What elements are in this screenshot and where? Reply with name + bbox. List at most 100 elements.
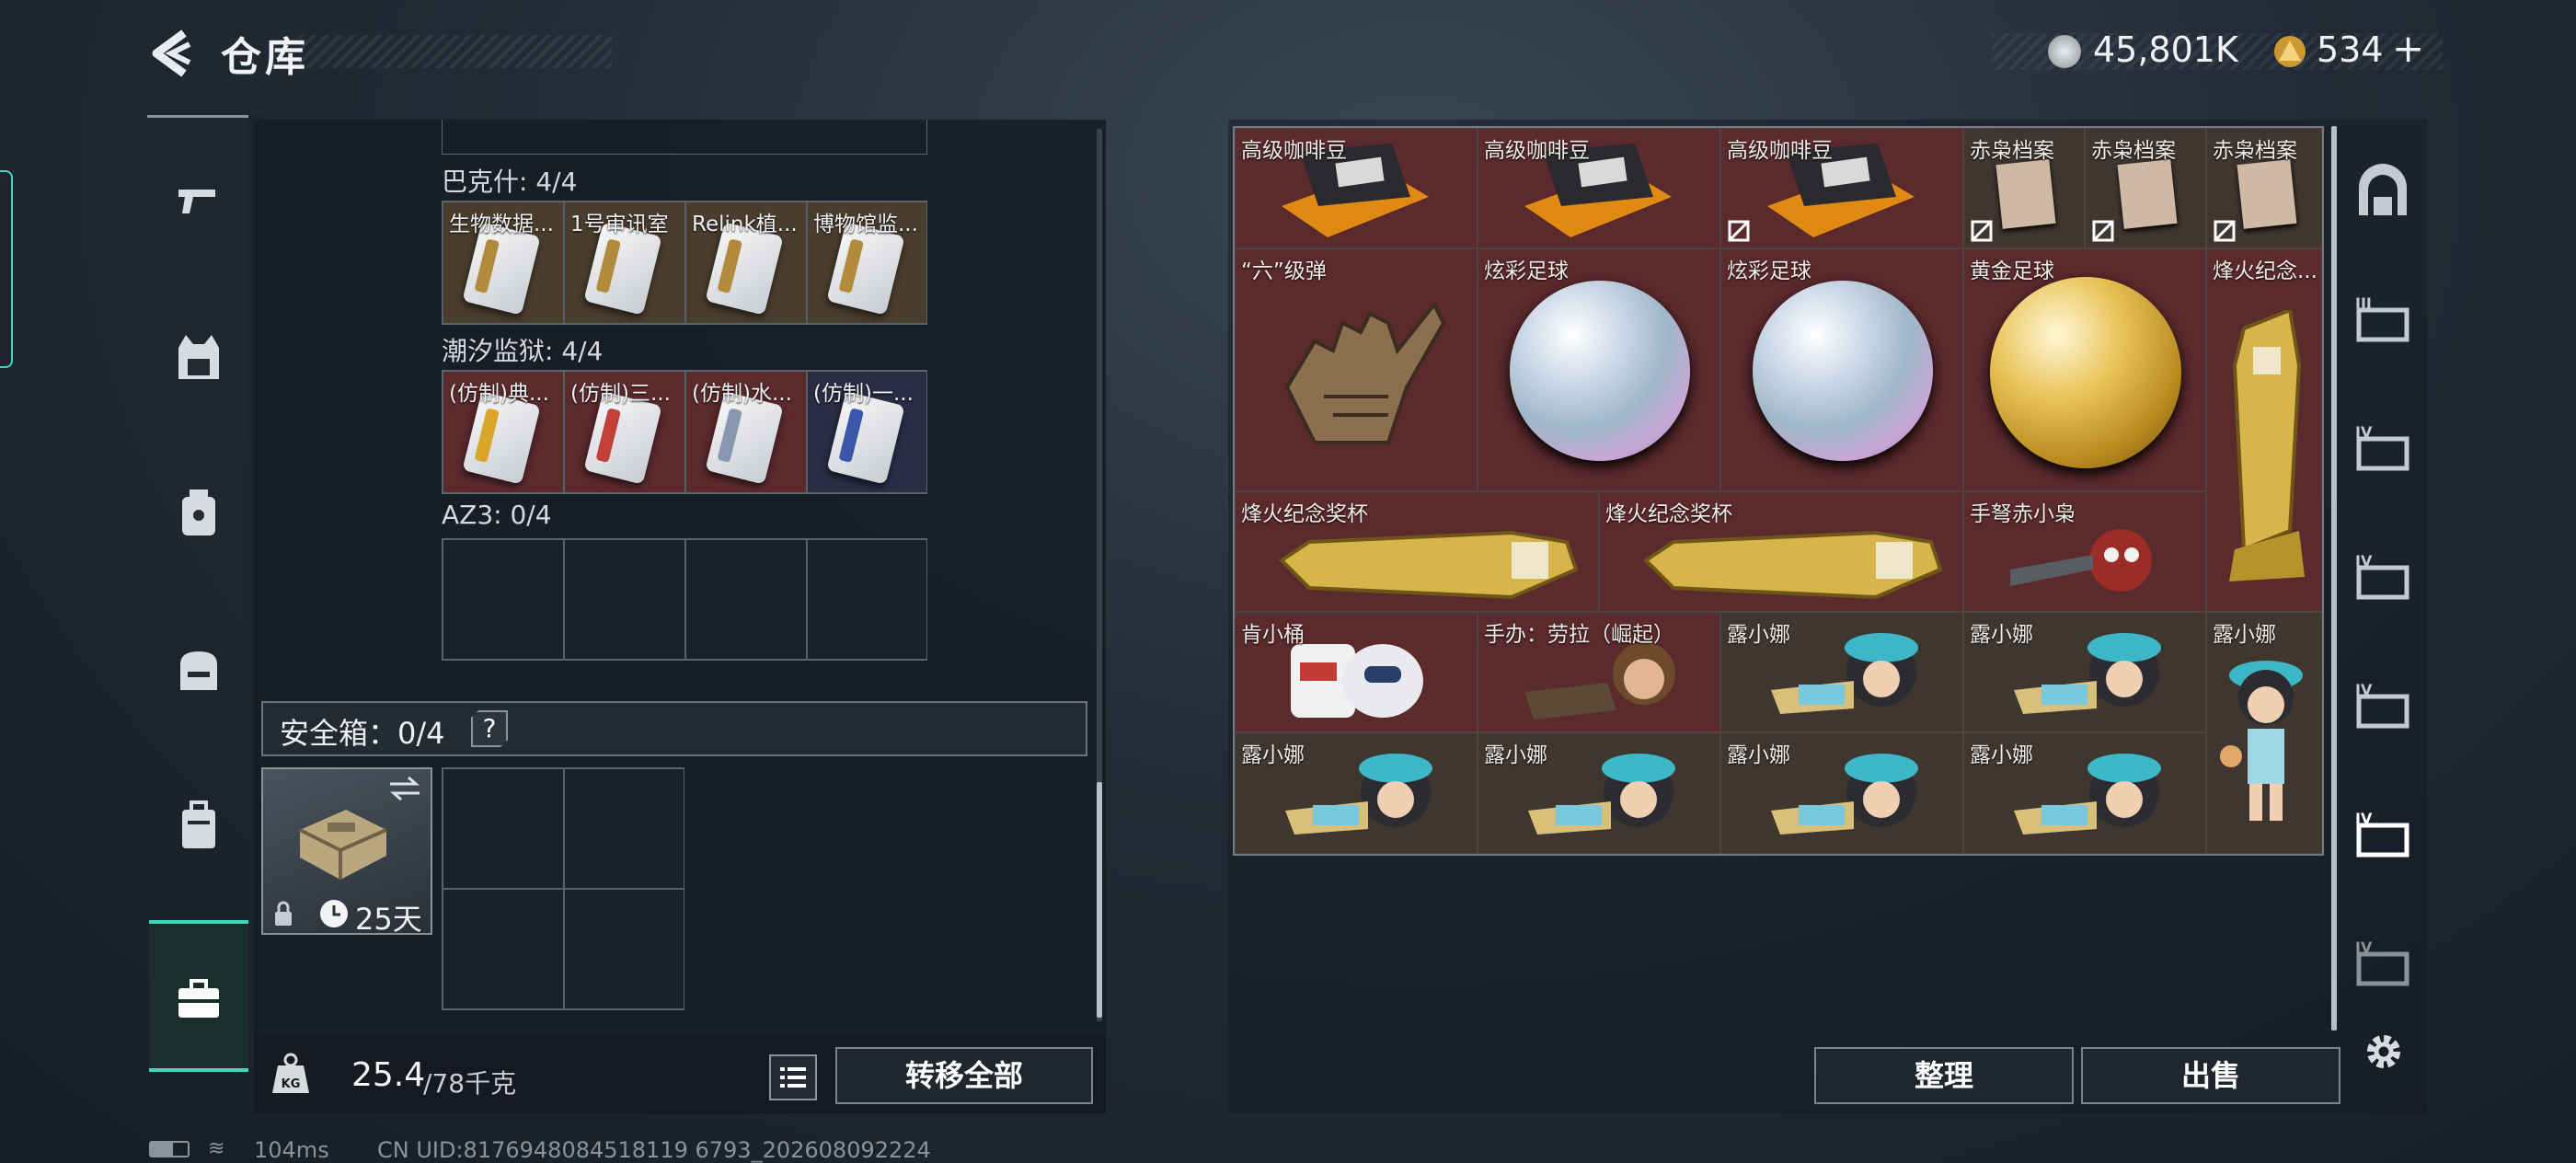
back-button[interactable]	[147, 28, 199, 79]
stash-item-lu-xiaona-doll[interactable]: 露小娜	[1720, 732, 1963, 854]
container-tab-selected[interactable]: IV	[2346, 796, 2420, 869]
stash-item-trophy[interactable]: 烽火纪念奖杯	[1235, 491, 1599, 612]
stash-item-file[interactable]: 赤枭档案	[1963, 128, 2085, 248]
battery-icon	[149, 1141, 190, 1157]
empty-slot[interactable]	[443, 539, 564, 660]
nav-chest-rig[interactable]	[149, 451, 248, 580]
stash-item-coffee[interactable]: 高级咖啡豆	[1235, 128, 1478, 248]
item-name: 赤枭档案	[2213, 139, 2297, 163]
item-name: 高级咖啡豆	[1484, 139, 1590, 163]
nav-backpack[interactable]	[149, 607, 248, 736]
stash-item-lu-xiaona-standing[interactable]: 露小娜	[2206, 612, 2322, 854]
stash-item-lu-xiaona-doll[interactable]: 露小娜	[1235, 732, 1478, 854]
stash-item-hand-glove[interactable]: “六”级弹	[1235, 248, 1478, 491]
item-name: 肯小桶	[1241, 623, 1305, 647]
item-name: Relink植...	[692, 213, 798, 236]
document-icon	[2117, 159, 2178, 229]
empty-slot[interactable]	[564, 768, 684, 889]
collection-item[interactable]: (仿制)三...	[564, 371, 685, 493]
document-icon	[1995, 159, 2056, 229]
swap-arrows-icon[interactable]	[388, 775, 421, 802]
item-name: 露小娜	[1484, 743, 1547, 767]
stash-item-lu-xiaona-doll[interactable]: 露小娜	[1963, 612, 2206, 732]
item-name: 黄金足球	[1970, 259, 2054, 283]
item-name: (仿制)一...	[813, 382, 914, 406]
stash-item-gold-ball[interactable]: 黄金足球	[1963, 248, 2206, 491]
safe-box-container[interactable]: 25天	[261, 767, 432, 937]
item-name: 博物馆监...	[813, 213, 918, 236]
safe-box-grid	[442, 767, 684, 1010]
stash-item-coffee[interactable]: 高级咖啡豆	[1478, 128, 1720, 248]
no-trade-icon	[1971, 220, 1993, 242]
collection-item[interactable]: 生物数据...	[443, 202, 564, 324]
mechanical-hand-icon	[1284, 301, 1446, 444]
empty-slot[interactable]	[443, 889, 564, 1009]
nav-armor[interactable]	[149, 294, 248, 423]
sell-button[interactable]: 出售	[2081, 1047, 2340, 1104]
stash-item-file[interactable]: 赤枭档案	[2085, 128, 2206, 248]
item-name: (仿制)水...	[692, 382, 792, 406]
container-tab[interactable]: IV	[2346, 538, 2420, 612]
container-tab[interactable]: IV	[2346, 409, 2420, 483]
container-tab[interactable]: IV	[2346, 925, 2420, 998]
stash-item-coffee[interactable]: 高级咖啡豆	[1720, 128, 1963, 248]
weight-kg-icon: KG	[270, 1053, 311, 1099]
empty-slot[interactable]	[685, 539, 807, 660]
stash-gate-tab[interactable]	[2346, 156, 2420, 230]
nav-safe-box[interactable]	[149, 920, 248, 1072]
transfer-all-button[interactable]: 转移全部	[835, 1047, 1093, 1104]
gold-currency-value: 534	[2317, 29, 2384, 70]
uid-text: CN UID:8176948084518119 6793_20260809222…	[377, 1137, 931, 1163]
stash-item-lara-figure[interactable]: 手办：劳拉（崛起）	[1478, 612, 1720, 732]
no-trade-icon	[2214, 220, 2236, 242]
silver-coin-icon	[2048, 35, 2081, 68]
stash-item-rainbow-ball[interactable]: 炫彩足球	[1720, 248, 1963, 491]
nav-top-line	[147, 115, 248, 118]
stash-item-lu-xiaona-doll[interactable]: 露小娜	[1720, 612, 1963, 732]
sort-button[interactable]: 整理	[1814, 1047, 2074, 1104]
stash-item-file[interactable]: 赤枭档案	[2206, 128, 2322, 248]
list-view-button[interactable]	[769, 1054, 817, 1100]
collection-item[interactable]: (仿制)典...	[443, 371, 564, 493]
gun-icon	[178, 190, 215, 213]
collection-item[interactable]: Relink植...	[685, 202, 807, 324]
bag-icon	[182, 800, 215, 848]
empty-slot[interactable]	[564, 539, 685, 660]
stash-item-lu-xiaona-doll[interactable]: 露小娜	[1963, 732, 2206, 854]
collection-item[interactable]: 博物馆监...	[807, 202, 927, 324]
help-button[interactable]: ?	[471, 710, 508, 747]
item-name: 烽火纪念...	[2213, 259, 2317, 283]
nav-bag[interactable]	[149, 764, 248, 892]
collection-item[interactable]: 1号审讯室	[564, 202, 685, 324]
stash-item-trophy[interactable]: 烽火纪念奖杯	[1599, 491, 1963, 612]
stash-item-rainbow-ball[interactable]: 炫彩足球	[1478, 248, 1720, 491]
stash-scrollbar[interactable]	[2331, 126, 2337, 1031]
container-tab[interactable]: IV	[2346, 667, 2420, 741]
rainbow-football-icon	[1753, 281, 1933, 461]
item-name: 露小娜	[1241, 743, 1305, 767]
collection-item[interactable]: (仿制)水...	[685, 371, 807, 493]
stash-item-lu-xiaona-doll[interactable]: 露小娜	[1478, 732, 1720, 854]
side-pull-tab[interactable]	[0, 170, 13, 368]
collection-label-bakshi: 巴克什: 4/4	[442, 167, 578, 197]
container-iv-icon: IV	[2355, 552, 2409, 600]
empty-slot[interactable]	[807, 539, 927, 660]
stash-item-owl-crossbow[interactable]: 手弩赤小枭	[1963, 491, 2206, 612]
back-arrow-icon	[152, 29, 191, 77]
left-scrollbar-thumb[interactable]	[1097, 782, 1102, 1018]
page-title: 仓库	[221, 34, 309, 81]
item-name: (仿制)典...	[449, 382, 549, 406]
add-currency-button[interactable]: +	[2392, 26, 2424, 71]
wifi-icon: ≋	[208, 1137, 225, 1160]
no-trade-icon	[1728, 220, 1750, 242]
settings-button[interactable]	[2361, 1029, 2407, 1078]
stash-item-trophy-vertical[interactable]: 烽火纪念...	[2206, 248, 2322, 612]
stash-item-robot[interactable]: 肯小桶	[1235, 612, 1478, 732]
nav-weapons[interactable]	[149, 138, 248, 267]
toolbox-icon	[178, 979, 219, 1018]
collection-label-az3: AZ3: 0/4	[442, 500, 552, 530]
container-tab[interactable]: III	[2346, 281, 2420, 354]
empty-slot[interactable]	[443, 768, 564, 889]
collection-item[interactable]: (仿制)一...	[807, 371, 927, 493]
empty-slot[interactable]	[564, 889, 684, 1009]
